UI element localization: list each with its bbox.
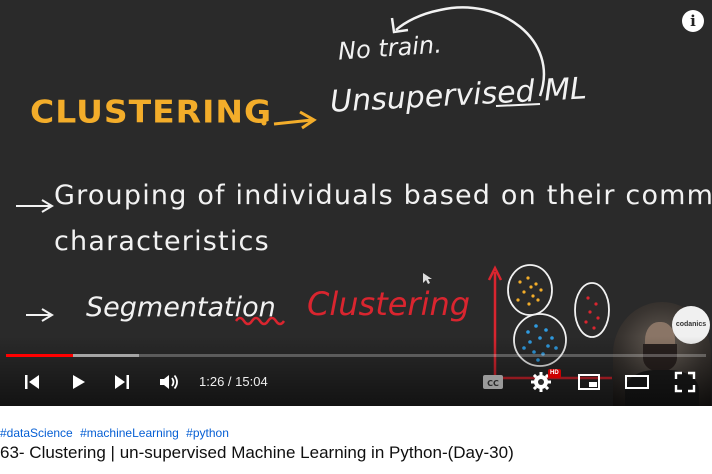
captions-icon: CC [483, 375, 503, 389]
play-button[interactable] [64, 368, 92, 396]
fullscreen-button[interactable] [671, 368, 699, 396]
fullscreen-icon [674, 371, 696, 393]
current-time: 1:26 [199, 374, 225, 389]
segmentation-text: Segmentation [86, 292, 276, 323]
board-heading: CLUSTERING [30, 92, 273, 131]
hashtag-link[interactable]: #dataScience [0, 426, 73, 440]
info-icon[interactable]: i [682, 10, 704, 32]
hashtag-link[interactable]: #python [186, 426, 229, 440]
progress-bar[interactable] [6, 354, 706, 357]
video-player[interactable]: CLUSTERING No train. Unsupervised ML Gro… [0, 0, 712, 406]
clustering-red-text: Clustering [307, 285, 471, 323]
mouse-cursor-icon [423, 273, 432, 284]
hd-badge: HD [548, 369, 561, 378]
miniplayer-button[interactable] [575, 368, 603, 396]
video-title: 63- Clustering | un-supervised Machine L… [0, 443, 514, 462]
definition-line-2: characteristics [54, 226, 270, 257]
skip-previous-button[interactable] [18, 368, 46, 396]
skip-previous-icon [25, 375, 39, 389]
cluster-circle-yellow [507, 264, 553, 316]
volume-button[interactable] [155, 368, 183, 396]
definition-line-1: Grouping of individuals based on their c… [54, 180, 712, 211]
miniplayer-icon [578, 374, 600, 390]
skip-next-icon [115, 375, 129, 389]
progress-played [6, 354, 73, 357]
theater-mode-button[interactable] [623, 368, 651, 396]
video-frame: CLUSTERING No train. Unsupervised ML Gro… [0, 0, 712, 406]
svg-text:CC: CC [487, 379, 499, 388]
player-controls: 1:26 / 15:04 CC HD [0, 362, 712, 402]
hashtag-link[interactable]: #machineLearning [80, 426, 179, 440]
video-details: #dataScience #machineLearning #python 63… [0, 406, 712, 474]
play-icon [73, 375, 85, 389]
captions-button[interactable]: CC [479, 368, 507, 396]
cluster-circle-blue [513, 313, 567, 367]
cluster-points-yellow [516, 276, 543, 306]
cluster-circle-red [574, 282, 610, 338]
duration: 15:04 [235, 374, 268, 389]
time-display: 1:26 / 15:04 [199, 374, 268, 389]
curved-arrow-head [390, 17, 409, 34]
time-separator: / [224, 374, 236, 389]
hashtag-list: #dataScience #machineLearning #python [0, 426, 233, 440]
cluster-points-red [584, 296, 600, 330]
theater-mode-icon [625, 375, 649, 389]
volume-icon [160, 374, 178, 390]
channel-logo: codanics [672, 306, 710, 344]
skip-next-button[interactable] [108, 368, 136, 396]
